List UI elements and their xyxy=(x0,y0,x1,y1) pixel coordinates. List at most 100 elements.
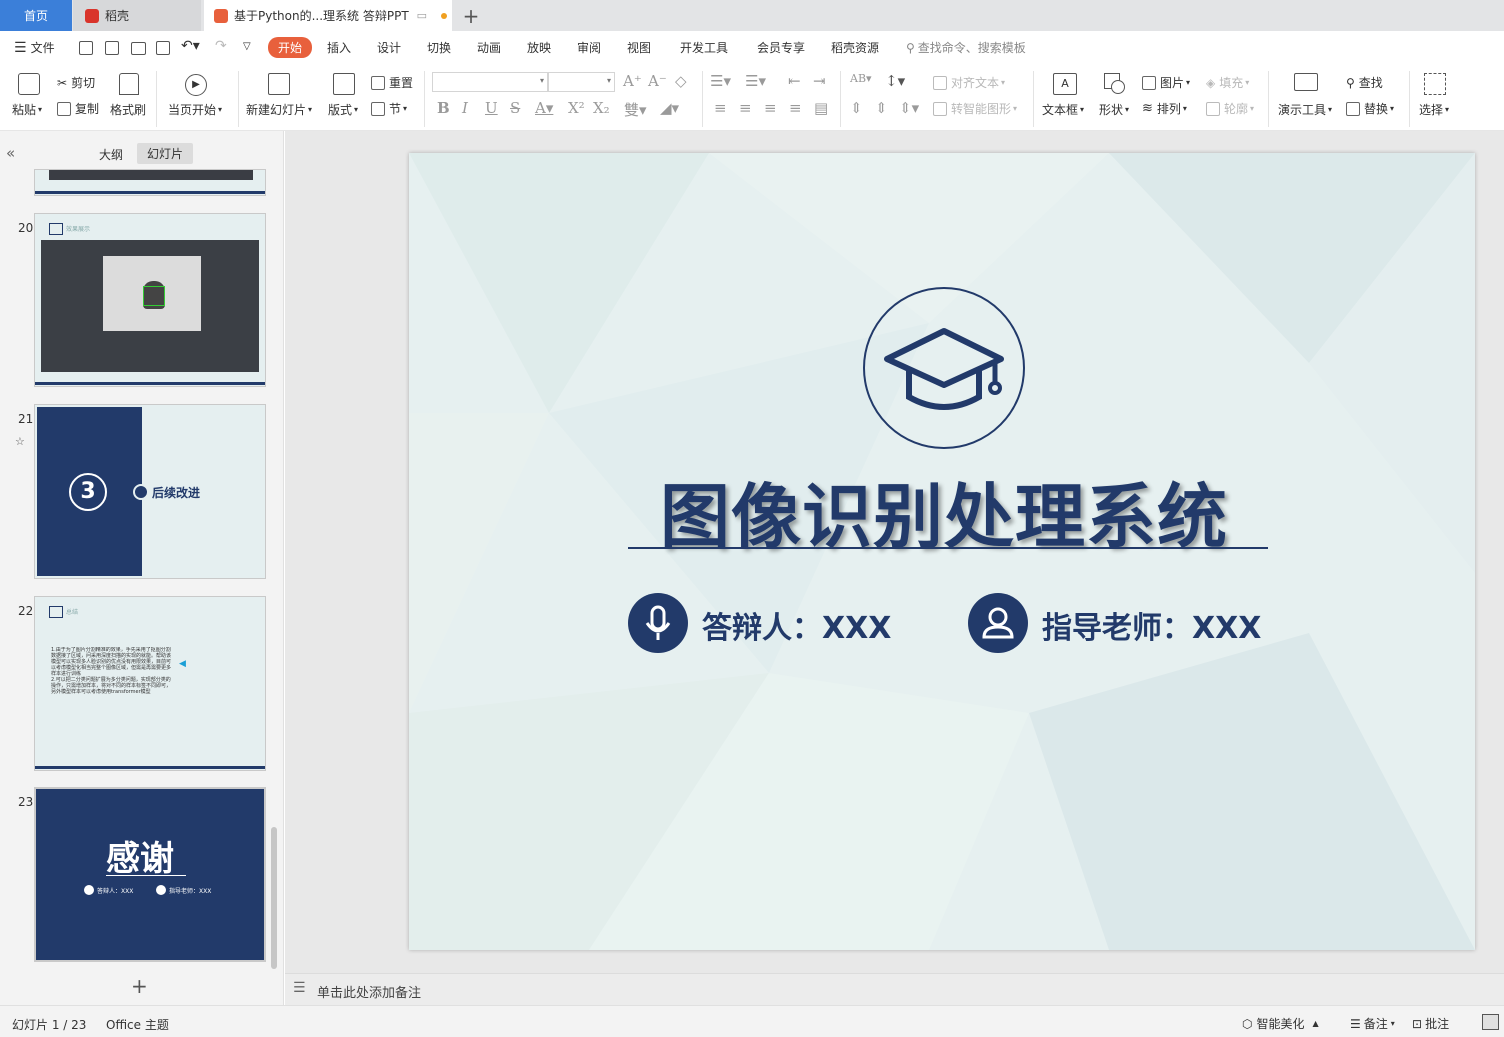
text-direction-icon[interactable]: AB▾ xyxy=(850,72,872,85)
slide-thumb-21[interactable]: 3 后续改进 xyxy=(34,404,266,579)
new-slide-icon[interactable] xyxy=(268,73,290,95)
notes-toggle-button[interactable]: ☰ 备注 ▾ xyxy=(1350,1015,1395,1032)
select-cursor-icon[interactable] xyxy=(1424,73,1446,95)
highlight-icon[interactable]: ◢▾ xyxy=(660,99,679,117)
slide-canvas[interactable]: 图像识别处理系统 答辩人：XXX 指导老师：XXX xyxy=(409,153,1475,950)
outline-button[interactable]: 轮廓 ▾ xyxy=(1206,100,1254,117)
format-painter-icon[interactable] xyxy=(119,73,139,95)
menu-transition[interactable]: 切换 xyxy=(427,39,451,56)
font-size-select[interactable]: ▾ xyxy=(548,72,615,92)
section-button[interactable]: 节 ▾ xyxy=(371,100,407,117)
command-search[interactable]: ⚲ 查找命令、搜索模板 xyxy=(906,39,1026,56)
presentation-tools-button[interactable]: 演示工具 ▾ xyxy=(1278,101,1332,118)
fill-button[interactable]: ◈ 填充 ▾ xyxy=(1206,74,1249,91)
menu-start[interactable]: 开始 xyxy=(268,37,313,58)
strikethrough-icon[interactable]: S xyxy=(510,99,520,117)
reset-button[interactable]: 重置 xyxy=(371,74,413,91)
new-tab-button[interactable]: + xyxy=(456,0,486,31)
menu-view[interactable]: 视图 xyxy=(627,39,651,56)
decrease-indent-icon[interactable]: ⇤ xyxy=(788,72,801,90)
menu-insert[interactable]: 插入 xyxy=(327,39,351,56)
subscript-icon[interactable]: X₂ xyxy=(593,99,610,117)
align-left-icon[interactable]: ≡ xyxy=(714,99,727,117)
customize-toolbar-icon[interactable]: ▽ xyxy=(243,41,251,52)
decrease-font-icon[interactable]: A⁻ xyxy=(648,72,667,90)
replace-button[interactable]: 替换 ▾ xyxy=(1346,100,1394,117)
clear-format-icon[interactable]: ◇ xyxy=(675,72,687,90)
justify-icon[interactable]: ≡ xyxy=(789,99,802,117)
italic-icon[interactable]: I xyxy=(462,99,468,117)
superscript-icon[interactable]: X² xyxy=(568,99,585,117)
shape-icon[interactable] xyxy=(1104,73,1125,94)
undo-icon[interactable]: ↶▾ xyxy=(181,38,200,54)
numbered-list-icon[interactable]: ☰▾ xyxy=(745,72,766,90)
smart-shape-button[interactable]: 转智能图形 ▾ xyxy=(933,100,1017,117)
tab-home[interactable]: 首页 xyxy=(0,0,72,31)
menu-animation[interactable]: 动画 xyxy=(477,39,501,56)
from-current-button[interactable]: 当页开始 ▾ xyxy=(168,101,222,118)
align-right-icon[interactable]: ≡ xyxy=(764,99,777,117)
add-slide-button[interactable]: + xyxy=(131,974,148,998)
slide-thumb-22[interactable]: 总结 1.由于为了图片分割精准的效果，手先采用了抠图分割数据接了区域，问采用深度… xyxy=(34,596,266,771)
slide-thumb-23[interactable]: 感谢 答辩人：XXX 指导老师：XXX xyxy=(34,787,266,962)
arrange-button[interactable]: ≋ 排列 ▾ xyxy=(1142,100,1187,117)
picture-button[interactable]: 图片 ▾ xyxy=(1142,74,1190,91)
menu-review[interactable]: 审阅 xyxy=(577,39,601,56)
bullet-list-icon[interactable]: ☰▾ xyxy=(710,72,731,90)
panel-scrollbar[interactable] xyxy=(271,827,277,969)
beautify-button[interactable]: ⬡ 智能美化 ▲ xyxy=(1242,1015,1319,1032)
play-icon[interactable]: ▶ xyxy=(185,74,207,96)
normal-view-icon[interactable] xyxy=(1482,1014,1499,1030)
cut-button[interactable]: ✂ 剪切 xyxy=(57,74,95,91)
align-center-icon[interactable]: ≡ xyxy=(739,99,752,117)
tab-outline[interactable]: 大纲 xyxy=(99,146,123,163)
find-button[interactable]: ⚲ 查找 xyxy=(1346,74,1383,91)
file-menu[interactable]: ☰ 文件 xyxy=(14,39,55,56)
copy-button[interactable]: 复制 xyxy=(57,100,99,117)
bold-icon[interactable]: B xyxy=(437,99,450,117)
select-button[interactable]: 选择 ▾ xyxy=(1419,101,1449,118)
save-icon[interactable] xyxy=(79,41,93,55)
line-spacing-icon[interactable]: ↕▾ xyxy=(885,72,905,90)
menu-design[interactable]: 设计 xyxy=(377,39,401,56)
layout-button[interactable]: 版式 ▾ xyxy=(328,101,358,118)
font-color-icon[interactable]: A▾ xyxy=(535,99,553,117)
tab-docer[interactable]: 稻壳 xyxy=(73,0,201,31)
tab-slides[interactable]: 幻灯片 xyxy=(137,143,194,164)
shape-button[interactable]: 形状 ▾ xyxy=(1099,101,1129,118)
distribute-icon[interactable]: ▤ xyxy=(814,99,828,117)
notes-pane[interactable]: ☰ 单击此处添加备注 xyxy=(285,973,1504,1005)
presentation-tools-icon[interactable] xyxy=(1294,73,1318,91)
paste-button[interactable] xyxy=(18,73,40,95)
monitor-icon[interactable]: ▭ xyxy=(417,9,427,22)
menu-slideshow[interactable]: 放映 xyxy=(527,39,551,56)
slide-thumb-19[interactable] xyxy=(34,169,266,196)
textbox-icon[interactable]: A xyxy=(1053,73,1077,95)
menu-docer-resources[interactable]: 稻壳资源 xyxy=(831,39,879,56)
slide-thumb-20[interactable]: 效果展示 xyxy=(34,213,266,387)
align-text-button[interactable]: 对齐文本 ▾ xyxy=(933,74,1005,91)
menu-developer[interactable]: 开发工具 xyxy=(680,39,728,56)
phonetic-icon[interactable]: 雙▾ xyxy=(624,99,647,120)
advisor-label[interactable]: 指导老师：XXX xyxy=(1042,603,1261,647)
underline-icon[interactable]: U xyxy=(485,99,498,117)
format-painter-button[interactable]: 格式刷 xyxy=(110,101,146,118)
menu-member[interactable]: 会员专享 xyxy=(757,39,805,56)
para-indent-icon[interactable]: ⇕ xyxy=(875,99,888,117)
textbox-button[interactable]: 文本框 ▾ xyxy=(1042,101,1084,118)
presenter-label[interactable]: 答辩人：XXX xyxy=(702,603,891,647)
line-height-icon[interactable]: ⇕▾ xyxy=(899,99,919,117)
print-preview-icon[interactable] xyxy=(156,41,170,55)
print-icon[interactable] xyxy=(131,42,146,55)
redo-icon[interactable]: ↷ xyxy=(215,38,227,54)
paste-label-button[interactable]: 粘贴 ▾ xyxy=(12,101,42,118)
increase-indent-icon[interactable]: ⇥ xyxy=(813,72,826,90)
collapse-panel-icon[interactable]: « xyxy=(6,144,15,162)
font-family-select[interactable]: ▾ xyxy=(432,72,548,92)
tab-document[interactable]: 基于Python的...理系统 答辩PPT ▭ xyxy=(204,0,452,31)
comment-button[interactable]: ⊡ 批注 xyxy=(1412,1015,1449,1032)
export-pdf-icon[interactable] xyxy=(105,41,119,55)
layout-icon[interactable] xyxy=(333,73,355,95)
para-spacing-icon[interactable]: ⇕ xyxy=(850,99,863,117)
increase-font-icon[interactable]: A⁺ xyxy=(623,72,642,90)
